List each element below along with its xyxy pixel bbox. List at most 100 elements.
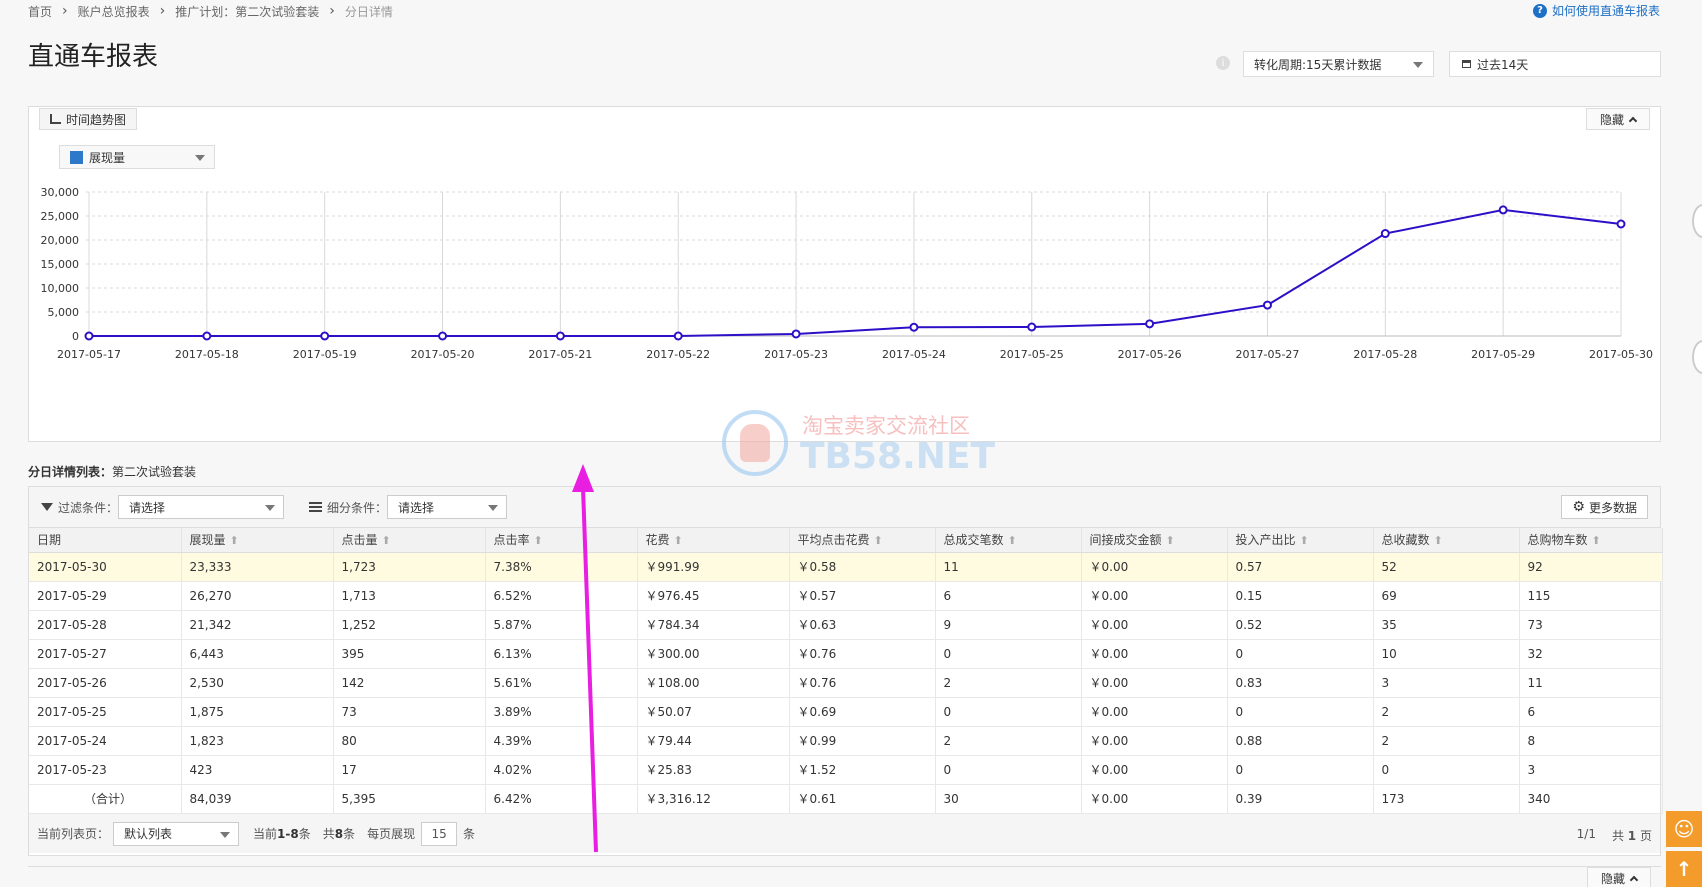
table-cell: 2017-05-26 — [29, 668, 182, 698]
chevron-right-icon: › — [159, 3, 166, 19]
breadcrumb: 首页 › 账户总览报表 › 推广计划：第二次试验套装 › 分日详情 — [28, 2, 393, 20]
current-list-label: 当前列表页： — [37, 827, 110, 841]
table-cell: 0.83 — [1227, 668, 1374, 698]
table-cell: 2 — [1373, 726, 1520, 756]
table-cell: 92 — [1519, 552, 1663, 582]
column-header-label: 点击率 — [493, 533, 530, 548]
column-header-clicks[interactable]: 点击量 ⬆ — [333, 528, 486, 553]
sort-arrow-icon: ⬆ — [873, 534, 883, 548]
bottom-hide-button[interactable]: 隐藏 — [1587, 867, 1651, 887]
table-cell: 2 — [935, 726, 1082, 756]
data-point — [555, 331, 565, 341]
table-cell: 84,039 — [181, 784, 334, 814]
date-range-picker[interactable]: 过去14天 — [1449, 51, 1661, 77]
conversion-period-value: 转化周期:15天累计数据 — [1254, 57, 1382, 72]
conversion-period-select[interactable]: 转化周期:15天累计数据 — [1243, 51, 1434, 77]
column-header-roi[interactable]: 投入产出比 ⬆ — [1227, 528, 1374, 553]
help-link[interactable]: ? 如何使用直通车报表 — [1532, 2, 1660, 19]
segment-condition-group: 细分条件： 请选择 — [309, 495, 508, 519]
table-cell: 2017-05-23 — [29, 755, 182, 785]
filter-condition-group: 过滤条件： 请选择 — [41, 495, 285, 519]
table-row: 2017-05-29 26,270 1,713 6.52% ￥976.45 ￥0.57 6 ￥… — [29, 581, 1663, 611]
table-cell: 9 — [935, 610, 1082, 640]
arrow-up-icon[interactable]: ↑ — [1666, 851, 1702, 887]
data-point — [791, 329, 801, 339]
current-range-suffix: 条 — [298, 827, 311, 841]
table-cell: 423 — [181, 755, 334, 785]
table-cell: 173 — [1373, 784, 1520, 814]
table-cell: ￥0.69 — [789, 697, 936, 727]
column-header-label: 总购物车数 — [1527, 533, 1588, 548]
breadcrumb-home[interactable]: 首页 — [28, 3, 52, 20]
table-cell: 35 — [1373, 610, 1520, 640]
table-cell: 0.88 — [1227, 726, 1374, 756]
y-tick-label: 5,000 — [48, 306, 80, 319]
per-page-input[interactable]: 15 — [421, 821, 458, 846]
table-cell: 0.57 — [1227, 552, 1374, 582]
column-header-indirect-gmv[interactable]: 间接成交金额 ⬆ — [1081, 528, 1228, 553]
total-count: 8 — [334, 826, 344, 841]
data-point — [1027, 322, 1037, 332]
filter-condition-select[interactable]: 请选择 — [118, 495, 285, 519]
y-tick-label: 15,000 — [41, 258, 80, 271]
table-cell: 5,395 — [333, 784, 486, 814]
column-header-label: 投入产出比 — [1235, 533, 1296, 548]
sort-arrow-icon: ⬆ — [1299, 534, 1309, 548]
breadcrumb-campaign[interactable]: 推广计划：第二次试验套装 — [175, 3, 319, 20]
table-cell: 0 — [935, 755, 1082, 785]
side-scroll-handle[interactable] — [1692, 204, 1702, 238]
gear-icon: ⚙ — [1572, 499, 1585, 515]
table-cell: 26,270 — [181, 581, 334, 611]
segment-condition-select[interactable]: 请选择 — [387, 495, 508, 519]
column-header-favorites[interactable]: 总收藏数 ⬆ — [1373, 528, 1520, 553]
list-view-value: 默认列表 — [124, 827, 173, 841]
table-cell: 2 — [1373, 697, 1520, 727]
table-cell: 30 — [935, 784, 1082, 814]
chevron-up-icon — [1629, 875, 1639, 884]
table-cell: ￥108.00 — [637, 668, 790, 698]
table-total-row: （合计） 84,039 5,395 6.42% ￥3,316.12 ￥0.61 30 ￥0.0… — [29, 784, 1663, 814]
table-cell: 1,252 — [333, 610, 486, 640]
more-data-button[interactable]: ⚙ 更多数据 — [1561, 495, 1648, 519]
chevron-right-icon: › — [329, 3, 335, 19]
x-tick-label: 2017-05-30 — [1589, 348, 1653, 361]
table-cell: ￥0.58 — [789, 552, 936, 582]
data-point — [1145, 319, 1155, 329]
table-row: 2017-05-28 21,342 1,252 5.87% ￥784.34 ￥0.63 9 ￥… — [29, 610, 1663, 640]
sort-arrow-icon: ⬆ — [1007, 534, 1017, 548]
per-page-label: 每页展现 — [367, 827, 416, 841]
table-cell: ￥79.44 — [637, 726, 790, 756]
column-header-impressions[interactable]: 展现量 ⬆ — [181, 528, 334, 553]
x-tick-label: 2017-05-19 — [293, 348, 357, 361]
column-header-cost[interactable]: 花费 ⬆ — [637, 528, 790, 553]
column-header-date[interactable]: 日期 — [29, 528, 182, 553]
column-header-avg-cpc[interactable]: 平均点击花费 ⬆ — [789, 528, 936, 553]
table-row: 2017-05-23 423 17 4.02% ￥25.83 ￥1.52 0 ￥0.00 0 0 3 — [29, 755, 1663, 785]
column-header-cart[interactable]: 总购物车数 ⬆ — [1519, 528, 1663, 553]
table-cell: ￥0.00 — [1081, 726, 1228, 756]
breadcrumb-account-report[interactable]: 账户总览报表 — [78, 3, 150, 20]
table-cell: 142 — [333, 668, 486, 698]
info-icon[interactable]: i — [1216, 56, 1230, 70]
side-scroll-handle[interactable] — [1692, 340, 1702, 374]
table-cell: ￥0.00 — [1081, 697, 1228, 727]
series-line — [89, 208, 1622, 337]
table-cell: 11 — [1519, 668, 1663, 698]
table-cell: ￥3,316.12 — [637, 784, 790, 814]
chat-icon[interactable]: ☺ — [1666, 811, 1702, 847]
sort-arrow-icon: ⬆ — [673, 534, 683, 548]
table-cell: 69 — [1373, 581, 1520, 611]
list-view-select[interactable]: 默认列表 — [113, 821, 240, 846]
table-row: 2017-05-26 2,530 142 5.61% ￥108.00 ￥0.76 2 ￥0.0… — [29, 668, 1663, 698]
bottom-hide-label: 隐藏 — [1600, 871, 1625, 886]
data-point — [1380, 229, 1390, 239]
sort-arrow-icon: ⬆ — [1165, 534, 1175, 548]
table-cell: ￥300.00 — [637, 639, 790, 669]
table-cell: ￥991.99 — [637, 552, 790, 582]
column-header-orders[interactable]: 总成交笔数 ⬆ — [935, 528, 1082, 553]
table-cell: ￥0.57 — [789, 581, 936, 611]
sort-arrow-icon: ⬆ — [533, 534, 543, 548]
more-data-label: 更多数据 — [1588, 500, 1637, 515]
chevron-down-icon — [265, 505, 276, 511]
chevron-right-icon: › — [62, 3, 68, 19]
